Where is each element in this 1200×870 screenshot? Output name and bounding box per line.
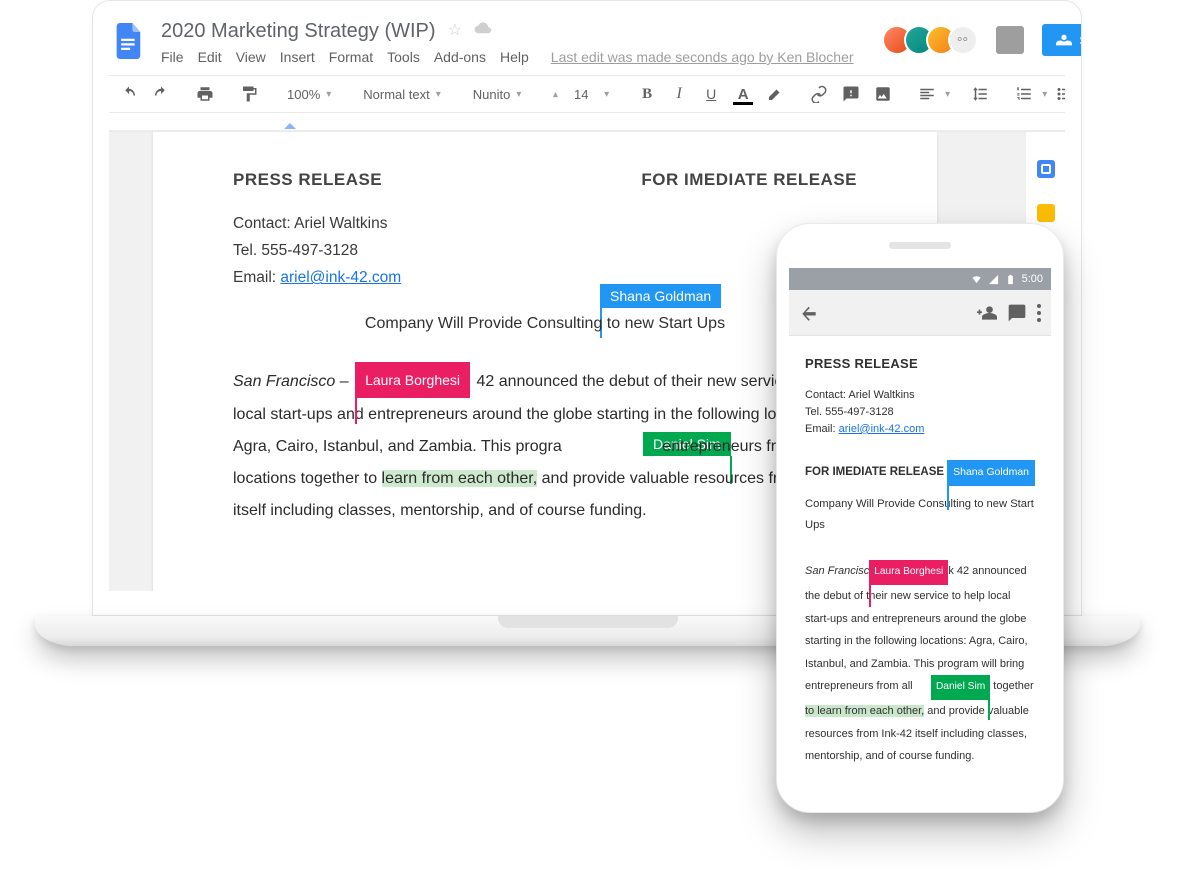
menu-view[interactable]: View xyxy=(236,49,266,65)
insert-comment-icon[interactable] xyxy=(837,80,865,108)
highlight-icon[interactable] xyxy=(761,80,789,108)
phone-contact-block: Contact: Ariel Waltkins Tel. 555-497-312… xyxy=(805,387,1035,438)
star-icon[interactable]: ☆ xyxy=(448,17,462,45)
cursor-laura: Laura Borghesi xyxy=(355,362,470,398)
format-toolbar: 100%▾ Normal text▾ Nunito▾ ▾ 14 ▾ B I U … xyxy=(109,75,1065,113)
numbered-list-icon[interactable] xyxy=(1010,80,1038,108)
undo-icon[interactable] xyxy=(115,80,143,108)
keep-addon-icon[interactable] xyxy=(1037,204,1055,222)
redo-icon[interactable] xyxy=(147,80,175,108)
highlighted-text: learn from each other, xyxy=(382,470,538,487)
menu-edit[interactable]: Edit xyxy=(198,49,222,65)
collaborator-avatars[interactable]: ◦◦ xyxy=(882,25,978,55)
phone-subtitle: Company Will Provide Consulting to new S… xyxy=(805,494,1035,537)
bulleted-list-icon[interactable] xyxy=(1051,80,1065,108)
avatar-anonymous[interactable]: ◦◦ xyxy=(948,25,978,55)
heading-immediate-release: FOR IMEDIATE RELEASE xyxy=(641,170,857,190)
phone-email-link[interactable]: ariel@ink-42.com xyxy=(839,423,925,435)
phone-heading: PRESS RELEASE xyxy=(805,352,1035,377)
indent-marker-icon[interactable] xyxy=(284,117,296,129)
menu-file[interactable]: File xyxy=(161,49,184,65)
font-select[interactable]: Nunito▾ xyxy=(465,80,530,108)
tel-line: Tel. 555-497-3128 xyxy=(233,237,857,264)
menu-addons[interactable]: Add-ons xyxy=(434,49,486,65)
phone-body-paragraph: San FranciscLaura Borghesik 42 announced… xyxy=(805,560,1035,768)
document-title[interactable]: 2020 Marketing Strategy (WIP) xyxy=(161,17,436,45)
style-select[interactable]: Normal text▾ xyxy=(355,80,449,108)
docs-logo-icon xyxy=(111,17,147,65)
insert-image-icon[interactable] xyxy=(869,80,897,108)
document-subtitle: Company Will Provide Consulting to new S… xyxy=(233,315,857,333)
more-menu-icon[interactable] xyxy=(1037,304,1041,322)
contact-block: Contact: Ariel Waltkins Tel. 555-497-312… xyxy=(233,210,857,291)
wifi-icon xyxy=(971,274,982,285)
cursor-label-shana: Shana Goldman xyxy=(600,284,721,308)
horizontal-ruler[interactable] xyxy=(109,113,1065,131)
text-color-icon[interactable]: A xyxy=(729,80,757,108)
comments-icon[interactable] xyxy=(996,26,1024,54)
back-icon[interactable] xyxy=(799,303,819,323)
phone-release-heading: FOR IMEDIATE RELEASE xyxy=(805,462,944,484)
phone-app-bar xyxy=(789,290,1051,336)
share-button[interactable]: SHARE xyxy=(1042,24,1082,56)
phone-status-bar: 5:00 xyxy=(789,268,1051,290)
zoom-select[interactable]: 100%▾ xyxy=(279,80,339,108)
battery-icon xyxy=(1005,274,1016,285)
cloud-status-icon[interactable] xyxy=(474,17,492,45)
body-paragraph: San Francisco – Laura Borghesi 42 announ… xyxy=(233,363,857,527)
menu-format[interactable]: Format xyxy=(329,49,373,65)
cursor-label-laura: Laura Borghesi xyxy=(355,362,470,398)
menu-tools[interactable]: Tools xyxy=(387,49,420,65)
phone-cursor-daniel: Daniel Sim xyxy=(931,675,990,700)
calendar-addon-icon[interactable] xyxy=(1037,160,1055,178)
phone-cursor-shana: Shana Goldman xyxy=(947,460,1035,486)
email-link[interactable]: ariel@ink-42.com xyxy=(280,269,401,286)
align-icon[interactable] xyxy=(913,80,941,108)
phone-frame: 5:00 PRESS RELEASE Contact: Ariel Waltki… xyxy=(776,223,1064,813)
last-edit-note[interactable]: Last edit was made seconds ago by Ken Bl… xyxy=(551,49,854,65)
menu-help[interactable]: Help xyxy=(500,49,529,65)
email-prefix: Email: xyxy=(233,269,280,286)
add-collaborator-icon[interactable] xyxy=(977,303,997,323)
underline-icon[interactable]: U xyxy=(697,80,725,108)
italic-icon[interactable]: I xyxy=(665,80,693,108)
cursor-shana: Shana Goldman xyxy=(600,284,721,308)
phone-cursor-laura: Laura Borghesi xyxy=(869,560,948,585)
contact-line: Contact: Ariel Waltkins xyxy=(233,210,857,237)
print-icon[interactable] xyxy=(191,80,219,108)
menu-bar: File Edit View Insert Format Tools Add-o… xyxy=(161,49,854,65)
phone-highlighted-text: to learn from each other, xyxy=(805,705,924,717)
menu-insert[interactable]: Insert xyxy=(280,49,315,65)
phone-comments-icon[interactable] xyxy=(1007,303,1027,323)
paint-format-icon[interactable] xyxy=(235,80,263,108)
bold-icon[interactable]: B xyxy=(633,80,661,108)
line-spacing-icon[interactable] xyxy=(966,80,994,108)
signal-icon xyxy=(988,274,999,285)
docs-header: 2020 Marketing Strategy (WIP) ☆ File Edi… xyxy=(109,15,1065,65)
status-time: 5:00 xyxy=(1022,273,1043,285)
phone-speaker xyxy=(889,242,951,249)
font-size-select[interactable]: ▾ 14 ▾ xyxy=(545,80,617,108)
heading-press-release: PRESS RELEASE xyxy=(233,170,382,190)
phone-document[interactable]: PRESS RELEASE Contact: Ariel Waltkins Te… xyxy=(789,336,1051,784)
insert-link-icon[interactable] xyxy=(805,80,833,108)
